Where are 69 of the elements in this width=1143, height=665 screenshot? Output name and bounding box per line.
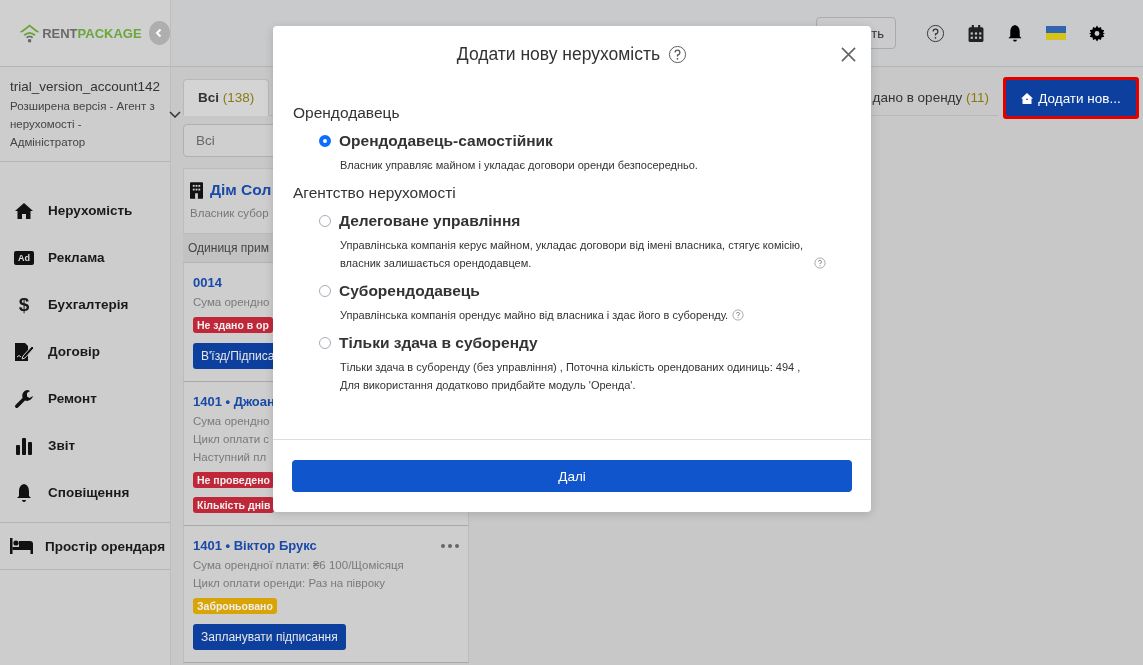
nav-label: Договір	[48, 344, 101, 359]
option-description: Власник управляє майном і укладає договори оренди безпосередньо.	[340, 158, 698, 173]
close-icon[interactable]	[841, 47, 856, 62]
unit-action-button[interactable]: Запланувати підписання	[193, 624, 346, 650]
unit-detail: Сума орендно	[193, 415, 271, 427]
nav-label: Реклама	[48, 250, 105, 265]
nav-label: Сповіщення	[48, 485, 130, 500]
unit-detail: Сума орендно	[193, 296, 271, 308]
option-description: Управлінська компанія орендує майно від власника і здає його в суборенду.	[340, 308, 729, 323]
option-description: Тільки здача в суборенду (без управління) , Поточна кількість орендованих одиниць: 494 , Для використання додатково придбайте модуль 'Оренда'.	[340, 360, 802, 393]
status-badge: Заброньовано	[193, 598, 277, 614]
nav-label: Бухгалтерія	[48, 297, 129, 312]
nav-item[interactable]: Договір	[0, 328, 170, 375]
property-owner: Власник субор	[190, 207, 270, 219]
unit-detail: Цикл оплати оренди: Раз на півроку	[193, 577, 386, 589]
unit-detail: Наступний пл	[193, 451, 268, 463]
next-button[interactable]: Далі	[292, 460, 852, 492]
option-label[interactable]: Суборендодавець	[339, 282, 480, 300]
option-label[interactable]: Орендодавець-самостійник	[339, 132, 553, 150]
property-title[interactable]: Дім Сол	[210, 181, 272, 199]
option-label[interactable]: Тільки здача в суборенду	[339, 334, 538, 352]
account-name: trial_version_account142	[10, 79, 160, 94]
unit-detail: Цикл оплати с	[193, 433, 271, 445]
nav-item[interactable]: Простір орендаря	[0, 523, 170, 569]
nav-item[interactable]: Ремонт	[0, 375, 170, 422]
ad-icon: Ad	[14, 250, 34, 265]
calendar-icon[interactable]	[968, 24, 984, 42]
wrench-icon	[14, 388, 34, 409]
tab[interactable]: дано в оренду (11)	[867, 79, 998, 116]
logo-text: PACKAGE	[77, 25, 142, 41]
building-icon	[190, 181, 203, 199]
help-icon[interactable]	[926, 23, 945, 43]
nav-item[interactable]: $ Бухгалтерія	[0, 281, 170, 328]
radio-button[interactable]	[319, 135, 331, 147]
nav-item[interactable]: Ad Реклама	[0, 234, 170, 281]
status-badge: Кількість днів	[193, 497, 275, 513]
status-badge: Не здано в ор	[193, 317, 273, 333]
nav-item[interactable]: Звіт	[0, 422, 170, 469]
chevron-down-icon[interactable]	[169, 111, 181, 118]
bell-icon[interactable]	[1007, 24, 1023, 42]
tab[interactable]: Всі (138)	[183, 79, 270, 116]
contract-icon	[14, 341, 34, 362]
bed-icon	[10, 538, 34, 554]
home-icon	[1021, 92, 1034, 104]
flag-icon[interactable]	[1046, 26, 1066, 40]
logo-text: RENT	[42, 25, 78, 41]
chart-icon	[14, 435, 34, 456]
help-icon[interactable]	[668, 44, 688, 64]
status-badge: Не проведено	[193, 472, 274, 488]
more-icon[interactable]	[441, 543, 459, 548]
home-icon	[14, 200, 34, 221]
nav-label: Простір орендаря	[45, 538, 166, 554]
section-heading: Агентство нерухомості	[293, 184, 457, 202]
unit-title[interactable]: 1401 • Віктор Брукс	[193, 538, 317, 553]
nav-label: Ремонт	[48, 391, 97, 406]
dollar-icon: $	[14, 294, 34, 315]
unit-title[interactable]: 1401 • Джоан	[193, 394, 275, 409]
dialog-title: Додати нову нерухомість	[456, 43, 661, 65]
unit-title[interactable]: 0014	[193, 275, 222, 290]
nav-label: Звіт	[48, 438, 76, 453]
nav-item[interactable]: Нерухомість	[0, 187, 170, 234]
settings-icon[interactable]	[1089, 24, 1105, 42]
option-label[interactable]: Делеговане управління	[339, 212, 521, 230]
nav-item[interactable]: Сповіщення	[0, 469, 170, 516]
section-heading: Орендодавець	[293, 104, 401, 122]
nav-label: Нерухомість	[48, 203, 133, 218]
account-role: Розширена версія - Агент з нерухомості - Адміністратор	[10, 99, 156, 150]
unit-detail: Сума орендної плати: ₴6 100/Щомісяця	[193, 559, 405, 571]
add-new-button[interactable]: Додати нов...	[1006, 80, 1136, 116]
